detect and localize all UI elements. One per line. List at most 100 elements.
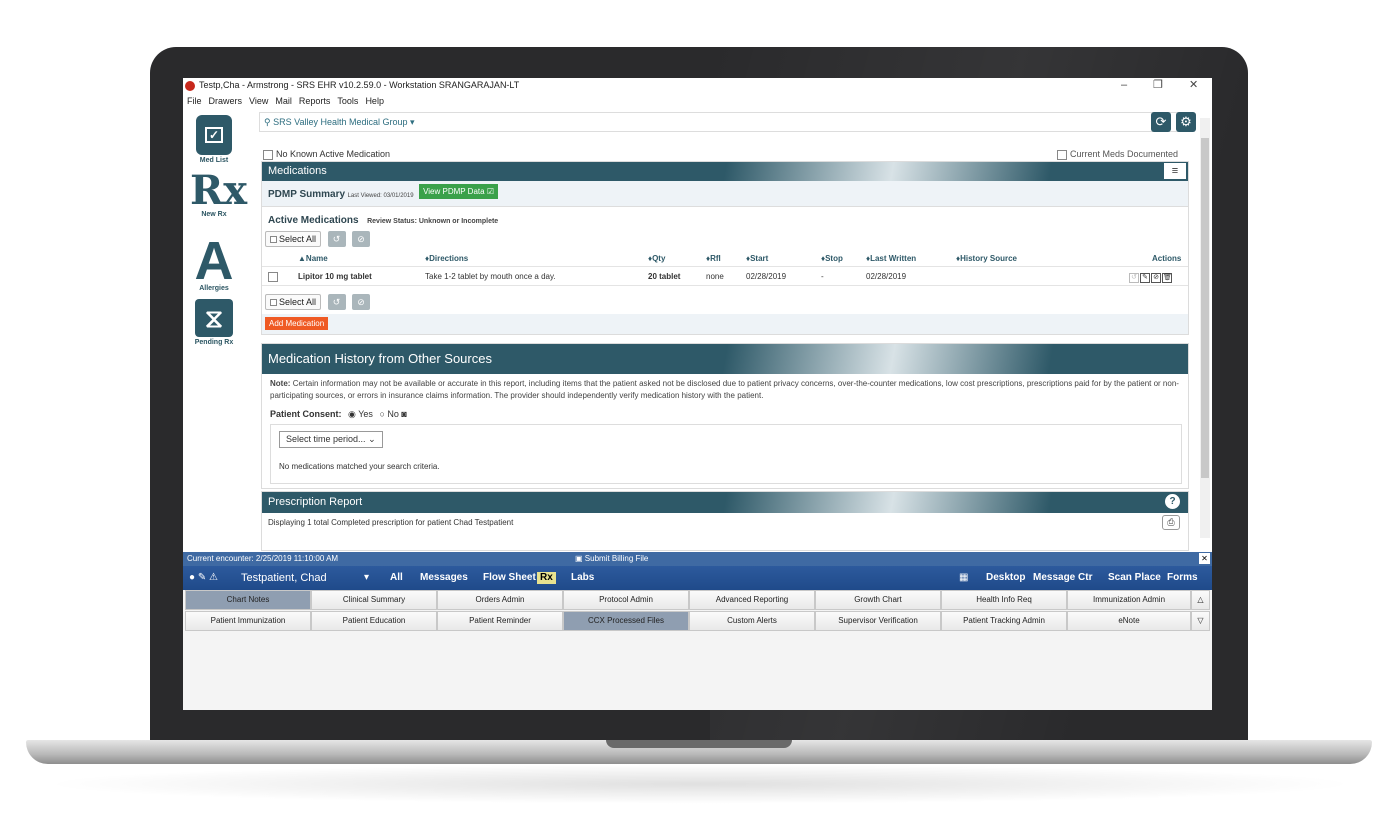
tab-supervisor-verification[interactable]: Supervisor Verification (815, 611, 941, 631)
nav-all[interactable]: All (390, 566, 403, 590)
nav-forms[interactable]: Forms (1167, 566, 1198, 590)
refresh-button[interactable]: ⟳ (1151, 112, 1171, 132)
info-icon[interactable]: ◙ (401, 409, 406, 419)
discontinue-icon[interactable]: ⊘ (1151, 273, 1161, 283)
tab-ccx-processed-files[interactable]: CCX Processed Files (563, 611, 689, 631)
note-text: Certain information may not be available… (270, 379, 1179, 400)
tab-patient-education[interactable]: Patient Education (311, 611, 437, 631)
select-row-bottom: Select All ↺ ⊘ (262, 294, 1188, 310)
review-status: Review Status: Unknown or Incomplete (367, 218, 499, 225)
select-row-top: Select All ↺ ⊘ (262, 231, 1188, 247)
settings-button[interactable]: ⚙ (1176, 112, 1196, 132)
print-icon[interactable]: ⎙ (1162, 515, 1180, 530)
checkbox[interactable] (1057, 149, 1067, 160)
menu-drawers[interactable]: Drawers (209, 94, 243, 108)
current-meds-check[interactable]: Current Meds Documented (1057, 149, 1178, 160)
col-history-source[interactable]: ♦History Source (956, 254, 1017, 263)
nav-desktop[interactable]: Desktop (986, 566, 1025, 590)
col-start[interactable]: ♦Start (746, 254, 768, 263)
patient-dropdown-icon[interactable]: ▾ (364, 566, 369, 590)
select-all-button[interactable]: Select All (265, 231, 322, 247)
laptop-shadow (40, 764, 1360, 804)
menu-view[interactable]: View (249, 94, 268, 108)
edit-icon[interactable]: ✎ (1140, 273, 1150, 283)
nav-rx[interactable]: Rx (537, 572, 556, 584)
tab-immunization-admin[interactable]: Immunization Admin (1067, 590, 1191, 610)
nav-med-list[interactable]: ✓ Med List (190, 115, 238, 164)
submit-billing-button[interactable]: ▣ Submit Billing File (575, 552, 648, 566)
nav-pending-rx[interactable]: ⧖ Pending Rx (190, 299, 238, 346)
med-list-icon: ✓ (196, 115, 232, 155)
billing-label: Submit Billing File (584, 554, 649, 563)
time-period-select[interactable]: Select time period... ⌄ (279, 431, 383, 448)
tab-protocol-admin[interactable]: Protocol Admin (563, 590, 689, 610)
add-medication-button[interactable]: Add Medication (265, 317, 329, 330)
menu-icon[interactable]: ≡ (1164, 163, 1186, 179)
menu-file[interactable]: File (187, 94, 202, 108)
nav-new-rx[interactable]: Rx New Rx (190, 171, 247, 219)
help-icon[interactable]: ? (1165, 494, 1180, 509)
select-all-button-bottom[interactable]: Select All (265, 294, 322, 310)
tab-patient-tracking-admin[interactable]: Patient Tracking Admin (941, 611, 1067, 631)
col-name[interactable]: ▲Name (298, 254, 328, 263)
tab-advanced-reporting[interactable]: Advanced Reporting (689, 590, 815, 610)
patient-bar: ● ✎ ⚠ Testpatient, Chad ▾ All Messages F… (183, 566, 1212, 590)
tab-growth-chart[interactable]: Growth Chart (815, 590, 941, 610)
renew-icon[interactable]: ↺ (1129, 273, 1139, 283)
report-text: Displaying 1 total Completed prescriptio… (268, 518, 514, 527)
menu-help[interactable]: Help (365, 94, 384, 108)
location-selector[interactable]: ⚲ SRS Valley Health Medical Group ▾ (259, 112, 1190, 132)
close-button[interactable]: ✕ (1189, 78, 1198, 93)
history-empty-msg: No medications matched your search crite… (279, 462, 440, 471)
consent-no[interactable]: ○ No (379, 409, 398, 419)
report-title: Prescription Report (268, 496, 363, 508)
menu-reports[interactable]: Reports (299, 94, 331, 108)
col-rfl[interactable]: ♦Rfl (706, 254, 721, 263)
patient-name[interactable]: Testpatient, Chad (241, 566, 327, 590)
menu-mail[interactable]: Mail (275, 94, 292, 108)
tab-enote[interactable]: eNote (1067, 611, 1191, 631)
minimize-button[interactable]: – (1121, 78, 1127, 93)
trash-icon[interactable]: 🗑 (1162, 273, 1172, 283)
scroll-down-icon[interactable]: ▽ (1191, 611, 1210, 631)
col-stop[interactable]: ♦Stop (821, 254, 843, 263)
cancel-button[interactable]: ⊘ (352, 294, 371, 310)
consent-yes[interactable]: ◉ Yes (348, 409, 373, 419)
tab-clinical-summary[interactable]: Clinical Summary (311, 590, 437, 610)
checkbox[interactable] (263, 149, 273, 160)
history-note: Note: Certain information may not be ava… (270, 378, 1186, 402)
nav-message-ctr[interactable]: Message Ctr (1033, 566, 1092, 590)
nav-labs[interactable]: Labs (571, 566, 594, 590)
nav-scan-place[interactable]: Scan Place (1108, 566, 1161, 590)
row-checkbox[interactable] (268, 272, 278, 282)
close-icon[interactable]: ✕ (1199, 553, 1210, 564)
vertical-scrollbar[interactable] (1200, 118, 1210, 538)
nav-allergies[interactable]: A Allergies (190, 234, 238, 292)
undo-button[interactable]: ↺ (327, 231, 346, 247)
undo-icon: ↺ (332, 234, 341, 244)
nav-messages[interactable]: Messages (420, 566, 468, 590)
col-last-written[interactable]: ♦Last Written (866, 254, 916, 263)
view-pdmp-button[interactable]: View PDMP Data ☑ (419, 184, 498, 199)
undo-button[interactable]: ↺ (327, 294, 346, 310)
cancel-button[interactable]: ⊘ (352, 231, 371, 247)
tab-health-info-req[interactable]: Health Info Req (941, 590, 1067, 610)
col-directions[interactable]: ♦Directions (425, 254, 468, 263)
restore-button[interactable]: ❐ (1153, 78, 1163, 93)
tab-patient-reminder[interactable]: Patient Reminder (437, 611, 563, 631)
tab-orders-admin[interactable]: Orders Admin (437, 590, 563, 610)
calendar-icon[interactable]: ▦ (959, 566, 968, 590)
tab-chart-notes[interactable]: Chart Notes (185, 590, 311, 610)
nav-flow-sheet[interactable]: Flow Sheet (483, 566, 536, 590)
scroll-up-icon[interactable]: △ (1191, 590, 1210, 610)
tab-patient-immunization[interactable]: Patient Immunization (185, 611, 311, 631)
menu-tools[interactable]: Tools (337, 94, 358, 108)
scrollbar-thumb[interactable] (1201, 138, 1209, 478)
tab-custom-alerts[interactable]: Custom Alerts (689, 611, 815, 631)
med-stop: - (821, 272, 824, 281)
no-known-med-check[interactable]: No Known Active Medication (263, 149, 390, 160)
refresh-icon: ⟳ (1155, 114, 1167, 129)
med-name[interactable]: Lipitor 10 mg tablet (298, 272, 372, 281)
col-qty[interactable]: ♦Qty (648, 254, 665, 263)
cancel-icon: ⊘ (357, 297, 365, 307)
